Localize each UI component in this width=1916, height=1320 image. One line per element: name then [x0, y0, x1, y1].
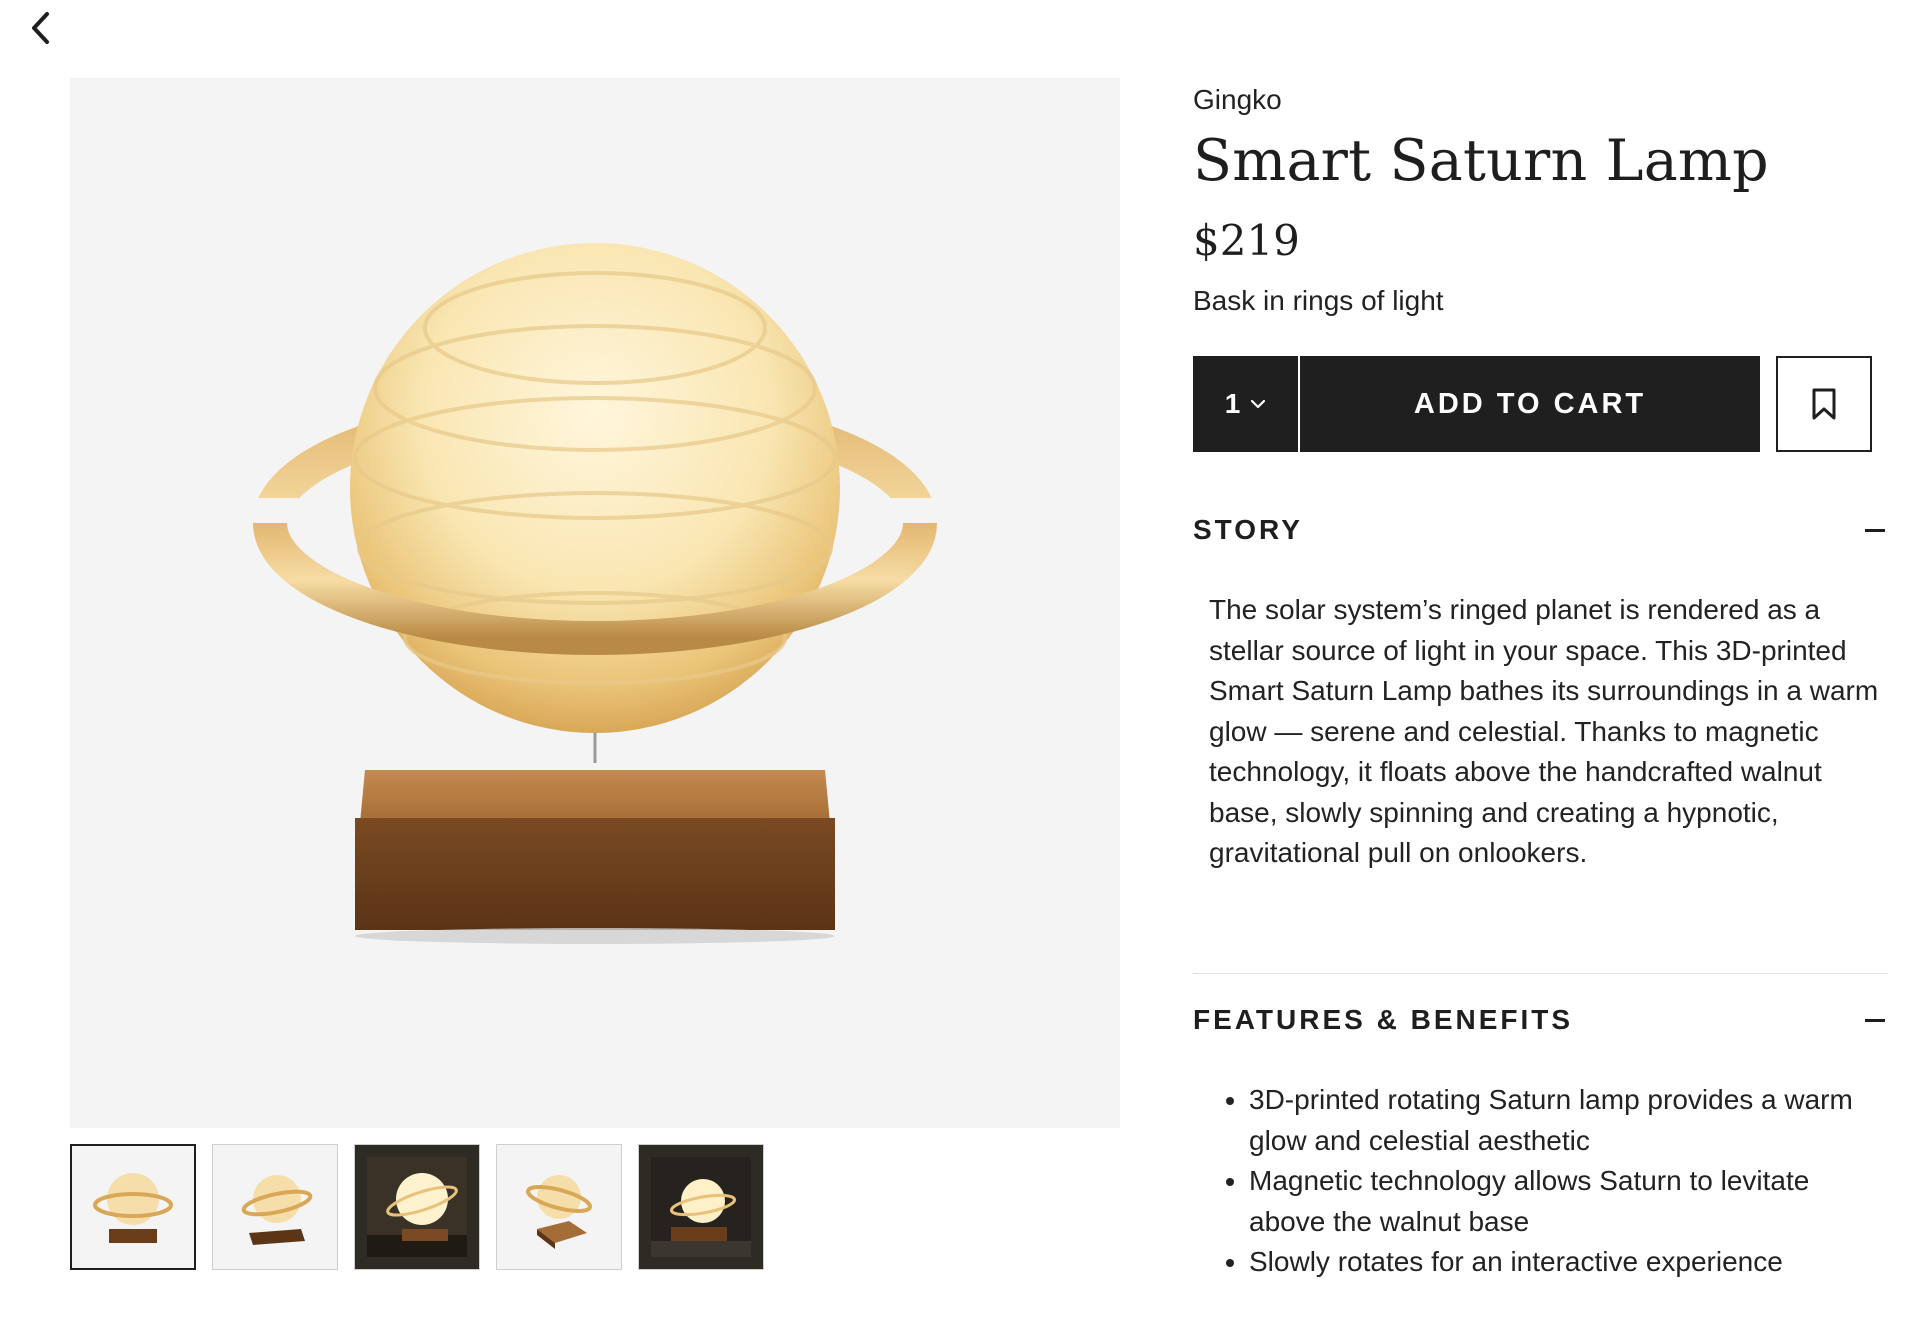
section-divider: [1193, 973, 1888, 974]
add-to-cart-button[interactable]: ADD TO CART: [1300, 356, 1760, 452]
thumbnail-2[interactable]: [212, 1144, 338, 1270]
back-button[interactable]: [22, 8, 58, 48]
thumbnail-strip: [70, 1144, 764, 1270]
minus-icon: [1865, 528, 1885, 532]
product-info: Gingko Smart Saturn Lamp $219 Bask in ri…: [1193, 78, 1888, 1277]
features-list: 3D-printed rotating Saturn lamp provides…: [1209, 1080, 1874, 1283]
chevron-down-icon: [1251, 399, 1266, 409]
thumbnail-5[interactable]: [638, 1144, 764, 1270]
saturn-lamp-thumbnail-icon: [526, 1175, 592, 1249]
product-tagline: Bask in rings of light: [1193, 285, 1444, 316]
thumbnail-1[interactable]: [70, 1144, 196, 1270]
bookmark-icon: [1812, 388, 1836, 420]
quantity-select[interactable]: 1: [1193, 356, 1298, 452]
product-main-image: [70, 78, 1120, 1128]
save-button[interactable]: [1776, 356, 1872, 452]
chevron-left-icon: [32, 12, 49, 44]
product-price: $219: [1193, 216, 1300, 265]
quantity-value: 1: [1224, 388, 1241, 419]
minus-icon: [1865, 1018, 1885, 1022]
features-section: FEATURES & BENEFITS 3D-printed rotating …: [1193, 1004, 1888, 1283]
story-text: The solar system’s ringed planet is rend…: [1209, 594, 1879, 868]
story-header[interactable]: STORY: [1193, 514, 1888, 546]
saturn-lamp-thumbnail-icon: [367, 1157, 467, 1257]
saturn-lamp-thumbnail-icon: [241, 1175, 313, 1245]
story-heading: STORY: [1193, 514, 1303, 545]
purchase-row: 1 ADD TO CART: [1193, 356, 1872, 452]
list-item: Slowly rotates for an interactive experi…: [1249, 1242, 1874, 1283]
features-heading: FEATURES & BENEFITS: [1193, 1004, 1574, 1035]
product-title: Smart Saturn Lamp: [1193, 128, 1769, 194]
saturn-lamp-illustration: [253, 243, 937, 944]
saturn-lamp-thumbnail-icon: [93, 1173, 173, 1243]
saturn-lamp-thumbnail-icon: [651, 1157, 751, 1257]
thumbnail-3[interactable]: [354, 1144, 480, 1270]
thumbnail-4[interactable]: [496, 1144, 622, 1270]
story-section: STORY The solar system’s ringed planet i…: [1193, 514, 1888, 874]
list-item: 3D-printed rotating Saturn lamp provides…: [1249, 1080, 1874, 1161]
features-header[interactable]: FEATURES & BENEFITS: [1193, 1004, 1888, 1036]
brand-name: Gingko: [1193, 84, 1282, 115]
list-item: Magnetic technology allows Saturn to lev…: [1249, 1161, 1874, 1242]
